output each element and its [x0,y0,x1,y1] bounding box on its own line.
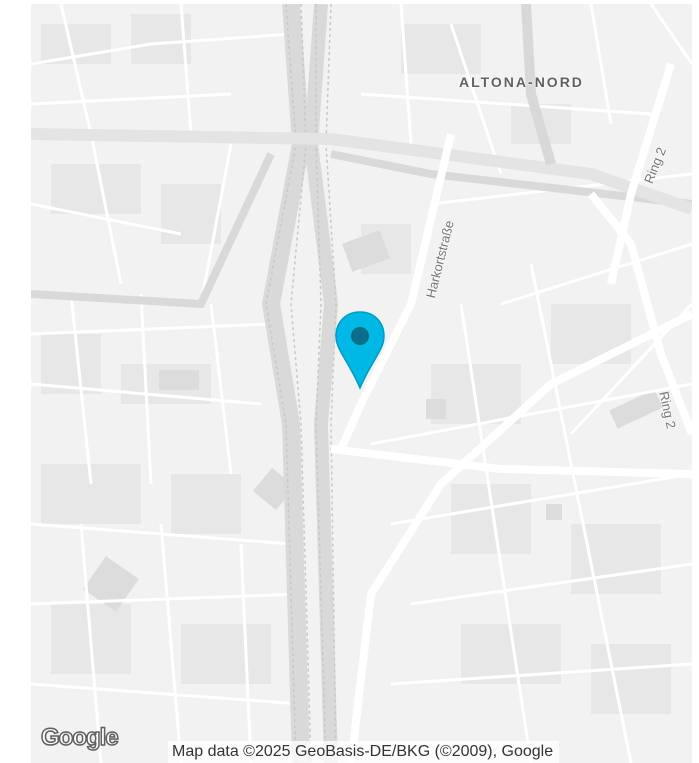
map-view[interactable]: ALTONA-NORD Harkortstraße Ring 2 Ring 2 … [31,4,692,763]
location-pin-icon[interactable] [334,310,386,390]
area-label-altona-nord: ALTONA-NORD [459,74,584,90]
google-logo[interactable]: Google [40,723,119,752]
map-attribution[interactable]: Map data ©2025 GeoBasis-DE/BKG (©2009), … [168,741,560,763]
